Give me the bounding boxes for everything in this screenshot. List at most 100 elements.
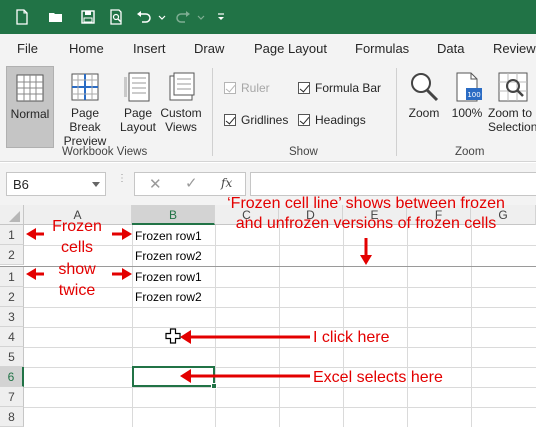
insert-function-icon[interactable]: fx	[221, 176, 232, 190]
redo-dropdown-icon	[196, 9, 206, 25]
name-box-value: B6	[13, 177, 29, 192]
zoom-label: Zoom	[408, 106, 440, 120]
ruler-label: Ruler	[241, 81, 270, 95]
ruler-checkbox: Ruler	[224, 81, 270, 95]
cell-b2[interactable]: Frozen row2	[135, 290, 202, 304]
customize-qat-icon[interactable]	[216, 9, 226, 25]
gridlines-checkbox[interactable]: Gridlines	[224, 113, 288, 127]
row-header-frozen-2[interactable]: 2	[0, 245, 24, 265]
cell-select-cursor-icon	[165, 328, 181, 344]
gridline	[24, 327, 536, 328]
row-header-frozen-1[interactable]: 1	[0, 225, 24, 245]
selected-cell-b6[interactable]	[132, 366, 217, 389]
fill-handle[interactable]	[211, 383, 217, 389]
undo-dropdown-icon[interactable]	[157, 9, 167, 25]
name-box-dropdown-icon[interactable]	[92, 182, 100, 187]
tab-file[interactable]: File	[17, 41, 38, 56]
quick-access-toolbar	[0, 0, 536, 34]
page-layout-view-icon	[121, 70, 155, 104]
tab-data[interactable]: Data	[437, 41, 464, 56]
gridline	[279, 225, 280, 427]
tab-home[interactable]: Home	[69, 41, 104, 56]
annotation-frozen-line-1: Frozen	[52, 218, 102, 235]
headings-checkbox[interactable]: Headings	[298, 113, 366, 127]
row-header-8[interactable]: 8	[0, 407, 24, 427]
annotation-frozen-line-2: cells	[60, 239, 93, 256]
annotation-freeze-line-2: and unfrozen versions of frozen cells	[235, 215, 497, 232]
ribbon-view: Normal Page Break Preview Page Layout Cu…	[0, 64, 536, 162]
normal-view-label: Normal	[10, 107, 50, 121]
zoom-100-icon: 100	[450, 70, 484, 104]
page-break-preview-icon	[68, 70, 102, 104]
zoom-100-button[interactable]: 100 100%	[448, 66, 486, 148]
normal-view-icon	[13, 71, 47, 105]
tab-review[interactable]: Review	[493, 41, 536, 56]
redo-icon	[175, 9, 191, 25]
custom-views-label-1: Custom	[160, 106, 202, 120]
cancel-icon: ✕	[149, 176, 162, 193]
page-break-preview-label-1: Page Break	[69, 106, 101, 134]
zoom-button[interactable]: Zoom	[404, 66, 444, 148]
cell-b1[interactable]: Frozen row1	[135, 270, 202, 284]
gridline	[24, 307, 536, 308]
row-header-5[interactable]: 5	[0, 347, 24, 367]
select-all-corner[interactable]	[0, 205, 24, 225]
tab-insert[interactable]: Insert	[133, 41, 166, 56]
ruler-check-icon	[224, 82, 236, 94]
formula-buttons: ✕ ✓ fx	[134, 172, 246, 196]
annotation-freeze-line-1: ‘Frozen cell line’ shows between frozen	[227, 195, 505, 212]
tab-formulas[interactable]: Formulas	[355, 41, 409, 56]
zoom-to-selection-label-1: Zoom to	[488, 106, 533, 120]
print-preview-icon[interactable]	[108, 9, 124, 25]
gridline	[471, 225, 472, 427]
page-break-preview-button[interactable]: Page Break Preview	[54, 66, 116, 148]
formula-bar-checkbox[interactable]: Formula Bar	[298, 81, 381, 95]
normal-view-button[interactable]: Normal	[6, 66, 54, 148]
gridline	[24, 407, 536, 408]
custom-views-label-2: Views	[165, 120, 197, 134]
cell-b2-frozen[interactable]: Frozen row2	[135, 249, 202, 263]
group-separator	[396, 68, 397, 156]
page-layout-view-label-1: Page	[123, 106, 153, 120]
row-header-3[interactable]: 3	[0, 307, 24, 327]
gridlines-label: Gridlines	[241, 113, 289, 127]
gridline	[24, 387, 536, 388]
enter-check-icon: ✓	[185, 175, 198, 192]
row-header-4[interactable]: 4	[0, 327, 24, 347]
open-folder-icon[interactable]	[48, 9, 64, 25]
row-header-7[interactable]: 7	[0, 387, 24, 407]
zoom-group-label: Zoom	[455, 146, 485, 158]
gridlines-check-icon	[224, 114, 236, 126]
annotation-frozen-line-4: twice	[58, 282, 96, 299]
annotation-i-click: I click here	[313, 329, 390, 346]
workbook-views-group-label: Workbook Views	[62, 146, 148, 158]
ribbon-tabs: File Home Insert Draw Page Layout Formul…	[0, 34, 536, 64]
formula-input[interactable]	[250, 172, 536, 196]
cell-b1-frozen[interactable]: Frozen row1	[135, 229, 202, 243]
show-group-label: Show	[289, 146, 318, 158]
custom-views-button[interactable]: Custom Views	[158, 66, 204, 148]
row-header-1[interactable]: 1	[0, 267, 24, 287]
gridline	[24, 347, 536, 348]
zoom-to-selection-button[interactable]: Zoom to Selection	[488, 66, 536, 148]
tab-draw[interactable]: Draw	[194, 41, 224, 56]
drag-handle-icon[interactable]: ⋮	[117, 174, 127, 192]
new-file-icon[interactable]	[14, 9, 30, 25]
page-layout-view-button[interactable]: Page Layout	[118, 66, 158, 148]
annotation-excel-selects: Excel selects here	[313, 369, 443, 386]
gridline	[407, 225, 408, 427]
undo-icon[interactable]	[136, 9, 152, 25]
group-separator	[212, 68, 213, 156]
row-header-2[interactable]: 2	[0, 287, 24, 307]
tab-page-layout[interactable]: Page Layout	[254, 41, 327, 56]
svg-text:100: 100	[467, 91, 480, 99]
name-box[interactable]: B6	[6, 172, 106, 196]
formula-bar-label: Formula Bar	[315, 81, 382, 95]
row-header-6[interactable]: 6	[0, 367, 24, 387]
custom-views-icon	[164, 70, 198, 104]
page-layout-view-label-2: Layout	[119, 120, 157, 134]
save-icon[interactable]	[80, 9, 96, 25]
gridline	[132, 225, 133, 427]
zoom-to-selection-icon	[496, 70, 530, 104]
headings-label: Headings	[315, 113, 366, 127]
